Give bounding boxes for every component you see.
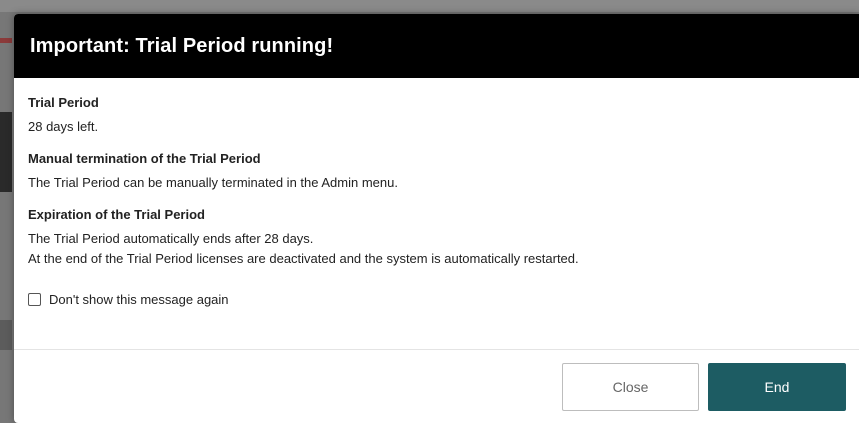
dont-show-again-label[interactable]: Don't show this message again — [49, 292, 229, 307]
dialog-title: Important: Trial Period running! — [30, 34, 334, 57]
section-expiration: Expiration of the Trial Period The Trial… — [28, 206, 845, 269]
dont-show-again-checkbox[interactable] — [28, 293, 41, 306]
dialog-body: Trial Period 28 days left. Manual termin… — [14, 78, 859, 307]
dialog-footer: Close End — [14, 349, 859, 423]
section-heading: Expiration of the Trial Period — [28, 207, 205, 222]
section-text: The Trial Period automatically ends afte… — [28, 229, 845, 269]
dont-show-again-row[interactable]: Don't show this message again — [28, 292, 845, 307]
section-trial-period: Trial Period 28 days left. — [28, 94, 845, 137]
dialog-header: Important: Trial Period running! — [14, 14, 859, 78]
background-app-strip — [0, 0, 859, 12]
background-panel — [0, 320, 12, 350]
background-accent — [0, 38, 12, 43]
section-text-line: At the end of the Trial Period licenses … — [28, 251, 579, 266]
close-button[interactable]: Close — [562, 363, 699, 411]
section-heading: Manual termination of the Trial Period — [28, 151, 261, 166]
section-heading: Trial Period — [28, 95, 99, 110]
end-button[interactable]: End — [708, 363, 846, 411]
section-text: 28 days left. — [28, 119, 99, 134]
background-panel — [0, 112, 12, 192]
section-manual-termination: Manual termination of the Trial Period T… — [28, 150, 845, 193]
section-text-line: The Trial Period automatically ends afte… — [28, 231, 314, 246]
section-text: The Trial Period can be manually termina… — [28, 175, 398, 190]
trial-period-dialog: Important: Trial Period running! Trial P… — [14, 14, 859, 423]
